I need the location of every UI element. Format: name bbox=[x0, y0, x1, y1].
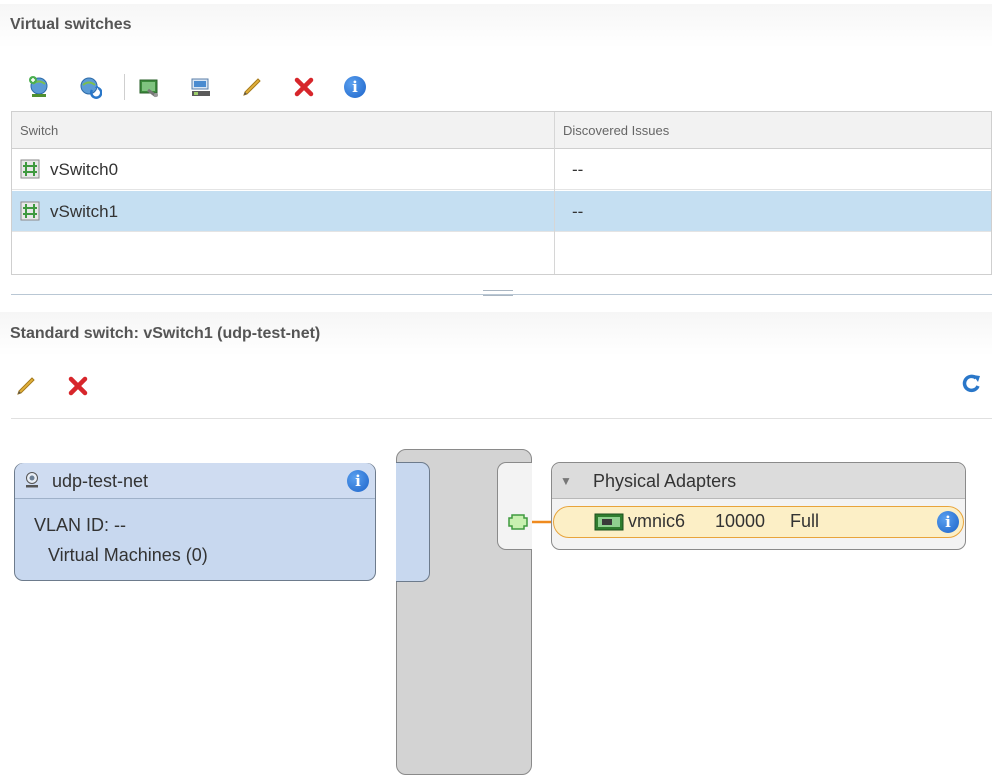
adapter-duplex: Full bbox=[790, 511, 820, 531]
port-group-info-icon[interactable]: i bbox=[347, 470, 369, 492]
adapter-info-icon[interactable]: i bbox=[937, 511, 959, 533]
port-group-icon bbox=[23, 471, 41, 494]
port-group-name: udp-test-net bbox=[52, 471, 149, 491]
switch-portgroup-port bbox=[396, 462, 430, 582]
uplink-connector-icon bbox=[507, 512, 529, 537]
vlan-id: VLAN ID: -- bbox=[34, 515, 127, 535]
virtual-machines-count: Virtual Machines (0) bbox=[48, 545, 208, 565]
network-adapter-icon bbox=[594, 513, 624, 536]
adapter-name: vmnic6 bbox=[628, 511, 686, 531]
collapse-triangle-icon[interactable]: ▼ bbox=[560, 474, 572, 488]
physical-adapters-title: Physical Adapters bbox=[593, 471, 737, 491]
adapter-speed: 10000 bbox=[715, 511, 766, 531]
